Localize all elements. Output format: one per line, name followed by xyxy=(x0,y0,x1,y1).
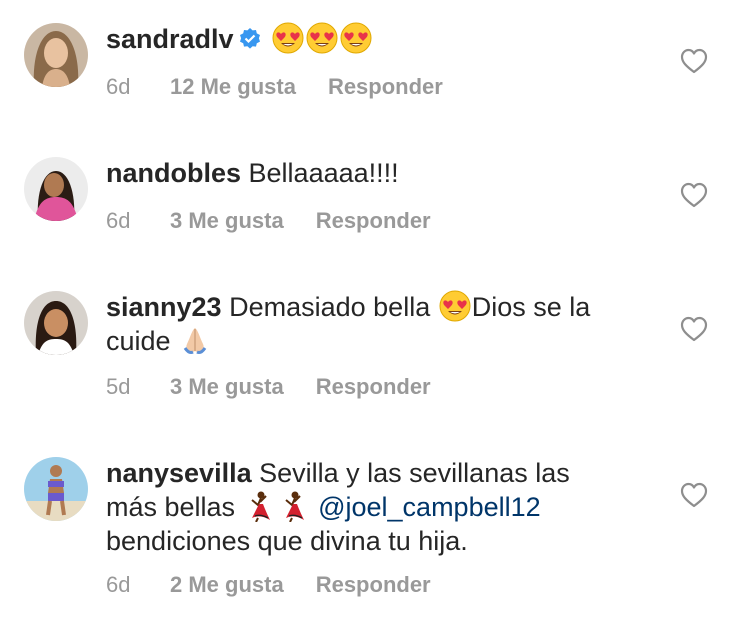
comment-time: 5d xyxy=(106,374,131,399)
heart-outline-icon[interactable] xyxy=(680,48,708,74)
comment-body: sianny23 Demasiado bella Dios se la cuid… xyxy=(106,290,626,358)
folded-hands-emoji xyxy=(183,326,207,354)
comment-text: Bellaaaaa!!!! xyxy=(248,158,399,188)
comment-likes[interactable]: 12 Me gusta xyxy=(170,72,296,102)
comment-body: nandobles Bellaaaaa!!!! xyxy=(106,156,626,190)
reply-button[interactable]: Responder xyxy=(316,570,431,600)
comment-meta: 6d 3 Me gusta Responder xyxy=(106,206,431,236)
avatar[interactable] xyxy=(24,457,88,521)
heart-outline-icon[interactable] xyxy=(680,182,708,208)
comment-likes[interactable]: 3 Me gusta xyxy=(170,206,284,236)
heart-outline-icon[interactable] xyxy=(680,316,708,342)
comment-username[interactable]: sianny23 xyxy=(106,292,222,322)
heart-eyes-emoji xyxy=(340,22,372,54)
reply-button[interactable]: Responder xyxy=(316,206,431,236)
dancer-emoji xyxy=(250,490,271,522)
comment-body: sandradlv xyxy=(106,22,626,56)
heart-eyes-emoji xyxy=(272,22,304,54)
mention-link[interactable]: @joel_campbell12 xyxy=(318,492,541,522)
heart-eyes-emoji xyxy=(306,22,338,54)
comment-time: 6d xyxy=(106,572,131,597)
reply-button[interactable]: Responder xyxy=(316,372,431,402)
avatar[interactable] xyxy=(24,157,88,221)
reply-button[interactable]: Responder xyxy=(328,72,443,102)
comment-time: 6d xyxy=(106,208,131,233)
heart-eyes-emoji xyxy=(439,290,471,322)
comment-meta: 6d 2 Me gusta Responder xyxy=(106,570,431,600)
comment-meta: 5d 3 Me gusta Responder xyxy=(106,372,431,402)
comment-username[interactable]: nandobles xyxy=(106,158,241,188)
comment-username[interactable]: sandradlv xyxy=(106,24,234,54)
avatar[interactable] xyxy=(24,23,88,87)
comment-likes[interactable]: 2 Me gusta xyxy=(170,570,284,600)
verified-badge-icon xyxy=(239,28,260,49)
comment-body: nanysevilla Sevilla y las sevillanas las… xyxy=(106,456,626,558)
avatar[interactable] xyxy=(24,291,88,355)
dancer-emoji xyxy=(284,490,305,522)
comment-meta: 6d 12 Me gusta Responder xyxy=(106,72,443,102)
comment-time: 6d xyxy=(106,74,131,99)
comment-text: bendiciones que divina tu hija. xyxy=(106,526,468,556)
comment-likes[interactable]: 3 Me gusta xyxy=(170,372,284,402)
comment-text: Demasiado bella xyxy=(229,292,431,322)
comment-username[interactable]: nanysevilla xyxy=(106,458,252,488)
heart-outline-icon[interactable] xyxy=(680,482,708,508)
